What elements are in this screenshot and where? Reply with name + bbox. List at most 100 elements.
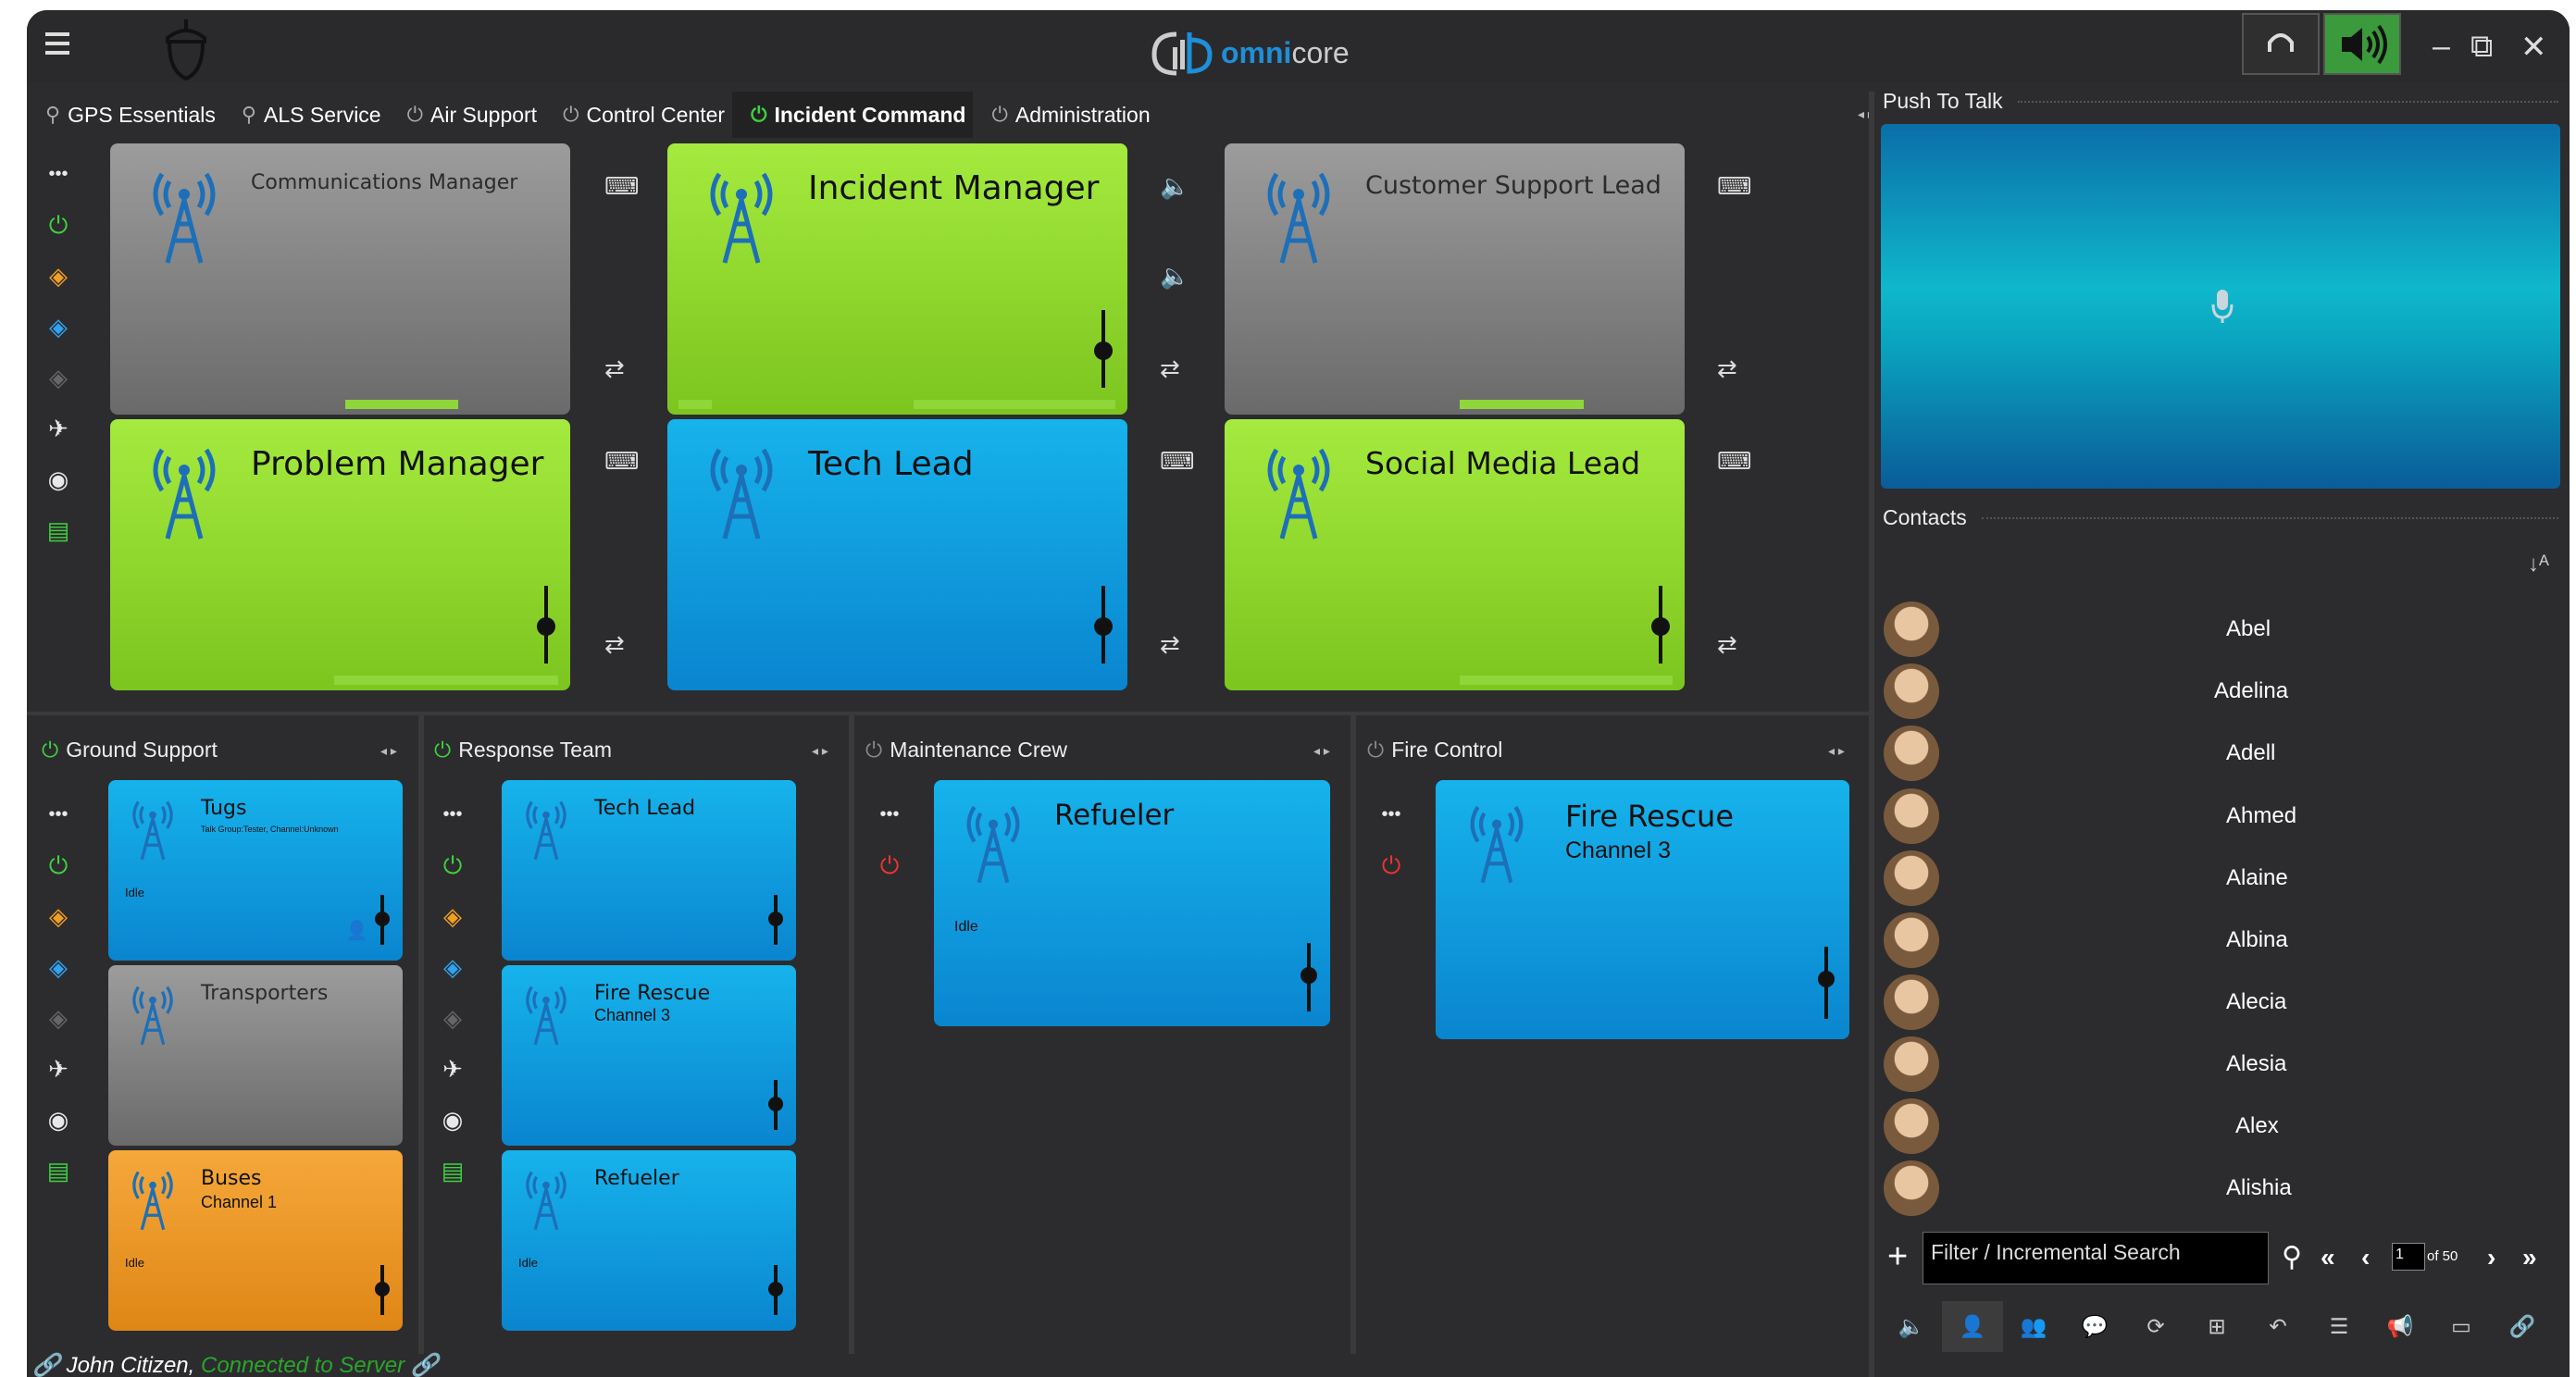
next-page-icon[interactable]: › [2487, 1243, 2495, 1272]
channel-tile-incident-manager[interactable]: Incident Manager [667, 143, 1127, 415]
tab-gps-essentials[interactable]: ⚲ GPS Essentials [27, 92, 223, 138]
power-off-icon[interactable]: ⏻ [1382, 840, 1401, 891]
channel-tile-fire-rescue[interactable]: Fire Rescue Channel 3 [1436, 780, 1849, 1039]
megaphone-icon[interactable]: 📢 [2370, 1301, 2431, 1352]
channel-tile-refueler[interactable]: Refueler Idle [502, 1150, 796, 1331]
volume-knob[interactable] [768, 912, 783, 926]
menu-icon[interactable] [45, 31, 77, 56]
tab-als-service[interactable]: ⚲ ALS Service [223, 92, 389, 138]
contact-item[interactable]: Ahmed [1884, 783, 2563, 844]
keyboard-icon[interactable]: ⌨ [1717, 447, 1752, 476]
push-to-talk-button[interactable] [1881, 124, 2560, 489]
airplane-icon[interactable]: ✈ [48, 403, 68, 454]
more-icon[interactable]: ••• [48, 149, 68, 200]
tab-air-support[interactable]: ⏻ Air Support [389, 92, 544, 138]
more-icon[interactable]: ••• [442, 789, 462, 840]
volume-knob[interactable] [537, 617, 555, 636]
refresh-icon[interactable]: ⟳ [2125, 1301, 2186, 1352]
user-icon[interactable]: 👤 [1942, 1301, 2003, 1352]
group-icon[interactable]: 👥 [2003, 1301, 2064, 1352]
undo-icon[interactable]: ↶ [2247, 1301, 2308, 1352]
contact-item[interactable]: Alecia [1884, 969, 2563, 1030]
list-icon[interactable]: ▤ [47, 1146, 70, 1197]
airplane-icon[interactable]: ✈ [48, 1044, 68, 1095]
panel-title-response-team[interactable]: ⏻ Response Team [434, 738, 612, 763]
repeat-icon[interactable]: ⇄ [604, 354, 625, 383]
channel-tile-tech-lead[interactable]: Tech Lead [667, 419, 1127, 690]
card-icon[interactable]: ▭ [2431, 1301, 2492, 1352]
volume-knob[interactable] [1094, 617, 1113, 636]
chat-icon[interactable]: 💬 [2064, 1301, 2125, 1352]
channel-tile-tech-lead[interactable]: Tech Lead [502, 780, 796, 961]
more-icon[interactable]: ••• [879, 789, 899, 840]
contact-item[interactable]: Albina [1884, 907, 2563, 968]
more-icon[interactable]: ••• [48, 789, 68, 840]
keyboard-icon[interactable]: ⌨ [604, 172, 640, 201]
minimize-button[interactable]: – [2433, 29, 2450, 65]
contact-search-input[interactable]: Filter / Incremental Search [1923, 1232, 2269, 1284]
layers-orange-icon[interactable]: ◈ [49, 891, 68, 942]
volume-knob[interactable] [1651, 617, 1670, 636]
panel-scroll-arrows[interactable]: ◂ ▸ [1828, 743, 1845, 759]
layers-gray-icon[interactable]: ◈ [443, 993, 462, 1044]
prev-page-icon[interactable]: ‹ [2361, 1243, 2370, 1272]
list-icon[interactable]: ▤ [47, 505, 70, 556]
list-icon[interactable]: ☰ [2308, 1301, 2370, 1352]
volume-knob[interactable] [1818, 971, 1835, 987]
panel-title-fire-control[interactable]: ⏻ Fire Control [1367, 738, 1502, 763]
contact-item[interactable]: Alaine [1884, 845, 2563, 906]
tab-incident-command[interactable]: ⏻ Incident Command [732, 92, 974, 138]
hierarchy-icon[interactable]: ⊞ [2186, 1301, 2247, 1352]
contact-item[interactable]: Adell [1884, 720, 2563, 781]
power-icon[interactable]: ⏻ [443, 840, 463, 891]
layers-gray-icon[interactable]: ◈ [49, 993, 68, 1044]
keyboard-icon[interactable]: ⌨ [1717, 172, 1752, 201]
add-contact-icon[interactable]: + [1887, 1237, 1908, 1277]
maximize-button[interactable]: ⧉ [2470, 29, 2493, 65]
panel-scroll-arrows[interactable]: ◂ ▸ [380, 743, 397, 759]
volume-knob[interactable] [768, 1097, 783, 1111]
list-icon[interactable]: ▤ [442, 1146, 465, 1197]
speaker-icon[interactable]: 🔈 [1160, 262, 1189, 291]
channel-tile-problem-manager[interactable]: Problem Manager [110, 419, 570, 690]
layers-orange-icon[interactable]: ◈ [443, 891, 462, 942]
link-icon[interactable]: 🔗 [2492, 1301, 2553, 1352]
volume-knob[interactable] [768, 1282, 783, 1296]
search-icon[interactable]: ⚲ [2282, 1241, 2302, 1273]
volume-knob[interactable] [1300, 967, 1317, 984]
page-number-input[interactable]: 1 [2392, 1243, 2425, 1271]
layers-blue-icon[interactable]: ◈ [49, 302, 68, 353]
tab-control-center[interactable]: ⏻ Control Center [544, 92, 732, 138]
repeat-icon[interactable]: ⇄ [1717, 630, 1737, 659]
repeat-icon[interactable]: ⇄ [1160, 630, 1180, 659]
channel-tile-communications-manager[interactable]: Communications Manager [110, 143, 570, 415]
layers-blue-icon[interactable]: ◈ [49, 942, 68, 993]
layers-orange-icon[interactable]: ◈ [49, 251, 68, 302]
first-page-icon[interactable]: « [2321, 1243, 2335, 1272]
volume-knob[interactable] [375, 912, 390, 926]
volume-knob[interactable] [1094, 341, 1113, 360]
eye-icon[interactable]: ◉ [442, 1095, 464, 1146]
channel-tile-buses[interactable]: Buses Channel 1 Idle [108, 1150, 403, 1331]
eye-icon[interactable]: ◉ [48, 454, 69, 505]
channel-tile-customer-support-lead[interactable]: Customer Support Lead [1225, 143, 1685, 415]
panel-scroll-arrows[interactable]: ◂ ▸ [1313, 743, 1330, 759]
power-icon[interactable]: ⏻ [49, 200, 68, 251]
repeat-icon[interactable]: ⇄ [1160, 354, 1180, 383]
headset-button[interactable] [2242, 13, 2320, 75]
power-off-icon[interactable]: ⏻ [880, 840, 900, 891]
panel-title-maintenance-crew[interactable]: ⏻ Maintenance Crew [865, 738, 1067, 763]
eye-icon[interactable]: ◉ [48, 1095, 69, 1146]
more-icon[interactable]: ••• [1381, 789, 1400, 840]
volume-knob[interactable] [375, 1282, 390, 1296]
contact-item[interactable]: Adelina [1884, 658, 2563, 719]
speaker-icon[interactable]: 🔈 [1160, 172, 1189, 201]
contact-item[interactable]: Abel [1884, 596, 2563, 657]
panel-scroll-arrows[interactable]: ◂ ▸ [812, 743, 828, 759]
contact-item[interactable]: Alesia [1884, 1031, 2563, 1092]
layers-gray-icon[interactable]: ◈ [49, 353, 68, 403]
keyboard-icon[interactable]: ⌨ [604, 447, 640, 476]
last-page-icon[interactable]: » [2522, 1243, 2537, 1272]
repeat-icon[interactable]: ⇄ [1717, 354, 1737, 383]
repeat-icon[interactable]: ⇄ [604, 630, 625, 659]
